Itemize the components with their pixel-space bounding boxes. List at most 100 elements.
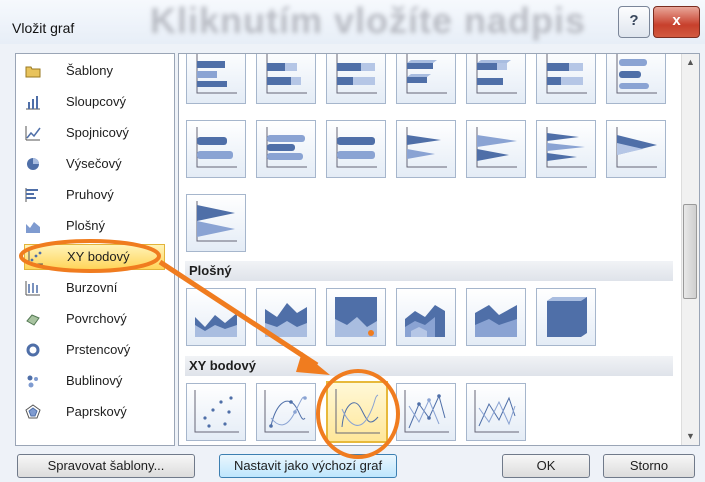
- category-column[interactable]: Sloupcový: [22, 90, 167, 114]
- category-label: Burzovní: [66, 280, 118, 295]
- close-button[interactable]: x: [653, 6, 700, 38]
- category-bubble[interactable]: Bublinový: [22, 369, 167, 393]
- manage-templates-button[interactable]: Spravovat šablony...: [17, 454, 195, 478]
- gallery-scrollbar[interactable]: ▲ ▼: [681, 54, 699, 445]
- cylinder-stacked-icon: [266, 127, 307, 168]
- chart-subtype-3d-100-stacked-area[interactable]: [536, 288, 596, 346]
- chart-subtype-cylinder-bar[interactable]: [606, 54, 666, 104]
- insert-chart-dialog: Kliknutím vložíte nadpis Vložit graf ? x…: [0, 0, 705, 482]
- bubble-chart-icon: [27, 375, 38, 388]
- pyramid-stacked-icon: [616, 127, 657, 168]
- chart-subtype-scatter-straight-lines[interactable]: [466, 383, 526, 441]
- section-header-xy-scatter: XY bodový: [185, 356, 673, 376]
- pyramid-100-icon: [196, 201, 237, 242]
- category-label: Výsečový: [66, 156, 122, 171]
- chart-category-list: Šablony Sloupcový Spojnicový Výsečový Pr…: [15, 53, 175, 446]
- cone-stacked-icon: [476, 127, 517, 168]
- line-chart-icon: [25, 126, 41, 141]
- chart-subtype-pyramid-clustered[interactable]: [536, 120, 596, 178]
- set-default-chart-button[interactable]: Nastavit jako výchozí graf: [219, 454, 397, 478]
- scatter-chart-icon: [28, 250, 43, 265]
- chart-subtype-100-stacked-area[interactable]: [326, 288, 386, 346]
- chart-subtype-cone-stacked[interactable]: [466, 120, 526, 178]
- scatter-smooth-lines-icon: [335, 389, 380, 434]
- chart-subtype-pyramid-stacked[interactable]: [606, 120, 666, 178]
- dialog-title: Vložit graf: [12, 20, 75, 36]
- chart-subtype-pyramid-100[interactable]: [186, 194, 246, 252]
- chart-subtype-3d-area[interactable]: [396, 288, 456, 346]
- chart-subtype-cone-clustered[interactable]: [396, 120, 456, 178]
- scrollbar-thumb[interactable]: [683, 204, 697, 299]
- area-3d-stacked-icon: [475, 305, 517, 337]
- scatter-smooth-markers-icon: [264, 390, 309, 433]
- area-chart-icon: [26, 222, 40, 233]
- category-label: Spojnicový: [66, 125, 129, 140]
- category-surface[interactable]: Povrchový: [22, 307, 167, 331]
- chart-subtype-stacked-area[interactable]: [256, 288, 316, 346]
- category-templates[interactable]: Šablony: [22, 59, 167, 83]
- background-watermark-text: Kliknutím vložíte nadpis: [150, 0, 587, 41]
- folder-icon: [25, 66, 41, 78]
- cylinder-clustered-icon: [196, 127, 237, 168]
- area-3d-100-icon: [547, 297, 587, 337]
- category-pie[interactable]: Výsečový: [22, 152, 167, 176]
- scroll-down-arrow-icon[interactable]: ▼: [682, 428, 699, 445]
- cone-clustered-icon: [406, 127, 447, 168]
- chart-subtype-3d-stacked-area[interactable]: [466, 288, 526, 346]
- stacked-area-icon: [265, 303, 307, 337]
- chart-subtype-3d-bar-clustered[interactable]: [396, 54, 456, 104]
- area-3d-icon: [405, 305, 445, 337]
- category-xy-scatter[interactable]: XY bodový: [24, 244, 165, 270]
- bar-clustered-icon: [196, 54, 237, 94]
- surface-chart-icon: [26, 314, 40, 326]
- doughnut-chart-icon: [26, 343, 40, 357]
- bar-stacked-icon: [266, 54, 307, 94]
- category-radar[interactable]: Paprskový: [22, 400, 167, 424]
- category-label: Povrchový: [66, 311, 127, 326]
- chart-subtype-bar-100-stacked[interactable]: [326, 54, 386, 104]
- bar-3d-clustered-icon: [406, 54, 447, 94]
- category-line[interactable]: Spojnicový: [22, 121, 167, 145]
- pyramid-clustered-icon: [546, 127, 587, 168]
- category-label: Plošný: [66, 218, 106, 233]
- column-chart-icon: [26, 96, 40, 110]
- chart-subtype-scatter-straight-markers[interactable]: [396, 383, 456, 441]
- category-bar[interactable]: Pruhový: [22, 183, 167, 207]
- category-doughnut[interactable]: Prstencový: [22, 338, 167, 362]
- category-label: Bublinový: [66, 373, 123, 388]
- category-label: Sloupcový: [66, 94, 126, 109]
- help-button[interactable]: ?: [618, 6, 650, 38]
- chart-subtype-cylinder-100[interactable]: [326, 120, 386, 178]
- chart-subtype-scatter-smooth-lines[interactable]: [326, 381, 388, 443]
- title-bar: Kliknutím vložíte nadpis Vložit graf ? x: [0, 0, 705, 44]
- chart-subtype-3d-bar-100-stacked[interactable]: [536, 54, 596, 104]
- chart-subtype-bar-stacked[interactable]: [256, 54, 316, 104]
- cylinder-bar-icon: [616, 54, 657, 94]
- category-label: Prstencový: [66, 342, 131, 357]
- chart-subtype-area[interactable]: [186, 288, 246, 346]
- category-label: Pruhový: [66, 187, 114, 202]
- scatter-straight-markers-icon: [404, 390, 449, 433]
- chart-subtype-scatter-markers[interactable]: [186, 383, 246, 441]
- chart-subtype-gallery: Plošný XY bodový ▲ ▼: [178, 53, 700, 446]
- radar-chart-icon: [25, 404, 41, 419]
- ok-button[interactable]: OK: [502, 454, 590, 478]
- section-header-area: Plošný: [185, 261, 673, 281]
- scroll-up-arrow-icon[interactable]: ▲: [682, 54, 699, 71]
- cancel-button[interactable]: Storno: [603, 454, 695, 478]
- chart-subtype-bar-clustered[interactable]: [186, 54, 246, 104]
- chart-subtype-scatter-smooth-markers[interactable]: [256, 383, 316, 441]
- chart-subtype-3d-bar-stacked[interactable]: [466, 54, 526, 104]
- cylinder-100-icon: [336, 127, 377, 168]
- category-stock[interactable]: Burzovní: [22, 276, 167, 300]
- category-area[interactable]: Plošný: [22, 214, 167, 238]
- pie-chart-icon: [27, 158, 39, 170]
- bar-3d-stacked-icon: [476, 54, 517, 94]
- bar-chart-icon: [25, 188, 38, 202]
- bar-100-stacked-icon: [336, 54, 377, 94]
- stock-chart-icon: [25, 281, 40, 296]
- chart-subtype-cylinder-stacked[interactable]: [256, 120, 316, 178]
- chart-subtype-cylinder-clustered[interactable]: [186, 120, 246, 178]
- area-100-icon: [335, 297, 377, 337]
- category-label: XY bodový: [67, 249, 130, 264]
